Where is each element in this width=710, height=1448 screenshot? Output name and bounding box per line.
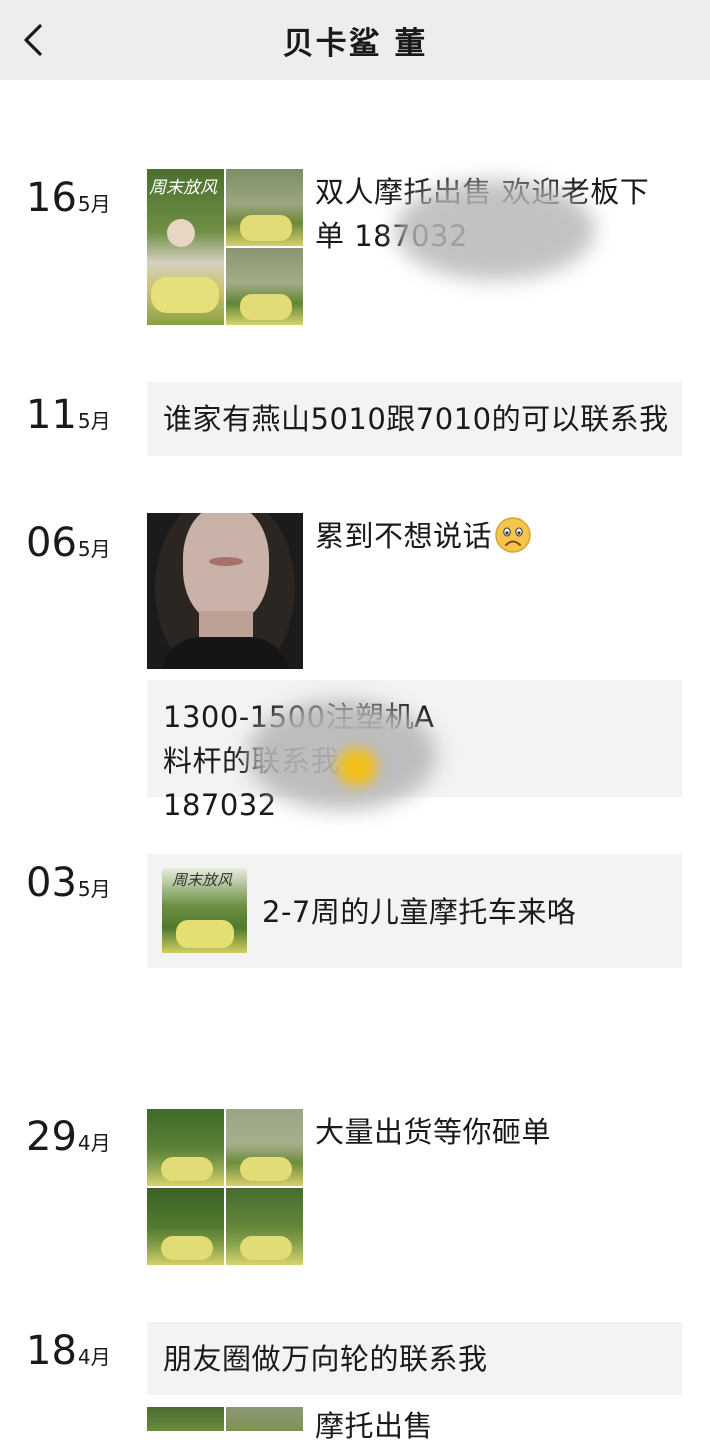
post-thumbnail[interactable] bbox=[147, 1109, 224, 1186]
post-date: 184月 bbox=[26, 1328, 111, 1374]
text-post[interactable]: 谁家有燕山5010跟7010的可以联系我 bbox=[147, 382, 682, 456]
post-month: 5月 bbox=[77, 537, 111, 561]
post-date: 065月 bbox=[26, 520, 111, 566]
page-title: 贝卡鲨 董 bbox=[282, 26, 428, 62]
post-day: 03 bbox=[26, 860, 77, 906]
post-day: 11 bbox=[26, 392, 77, 438]
scooter-shape bbox=[240, 294, 292, 320]
post-date: 294月 bbox=[26, 1114, 111, 1160]
top-bar: 贝卡鲨 董 bbox=[0, 0, 710, 80]
post-day: 16 bbox=[26, 175, 77, 221]
post-month: 4月 bbox=[77, 1345, 111, 1369]
face-shape bbox=[183, 513, 269, 623]
post-thumbnail[interactable] bbox=[147, 1407, 224, 1431]
post-month: 5月 bbox=[77, 409, 111, 433]
scooter-shape bbox=[176, 920, 234, 948]
thumbnail-caption: 周末放风 bbox=[149, 178, 217, 198]
post-text[interactable]: 累到不想说话 bbox=[315, 514, 532, 558]
scooter-shape bbox=[240, 215, 292, 241]
post-thumbnail[interactable] bbox=[226, 1188, 303, 1265]
post-thumbnail: 周末放风 bbox=[162, 868, 247, 953]
post-thumbnail[interactable] bbox=[226, 1109, 303, 1186]
post-thumbnail[interactable] bbox=[147, 1188, 224, 1265]
post-thumbnail[interactable]: 周末放风 bbox=[147, 169, 224, 325]
post-thumbnail[interactable] bbox=[226, 169, 303, 246]
post-day: 06 bbox=[26, 520, 77, 566]
post-text[interactable]: 摩托出售 bbox=[315, 1404, 433, 1448]
post-text[interactable]: 大量出货等你砸单 bbox=[315, 1110, 551, 1154]
text-post[interactable]: 朋友圈做万向轮的联系我 bbox=[147, 1322, 682, 1395]
post-day: 18 bbox=[26, 1328, 77, 1374]
post-text: 朋友圈做万向轮的联系我 bbox=[163, 1342, 488, 1376]
post-month: 5月 bbox=[77, 877, 111, 901]
post-date: 115月 bbox=[26, 392, 111, 438]
post-text: 2-7周的儿童摩托车来咯 bbox=[262, 895, 577, 929]
mouth-shape bbox=[209, 557, 243, 566]
post-date: 035月 bbox=[26, 860, 111, 906]
thumbnail-caption: 周末放风 bbox=[172, 871, 233, 889]
scooter-shape bbox=[161, 1236, 213, 1260]
post-thumbnail[interactable] bbox=[147, 513, 303, 669]
frowning-face-emoji bbox=[495, 517, 531, 553]
redaction-blur bbox=[395, 180, 595, 280]
text-post[interactable]: 1300-1500注塑机A料杆的联系我 187032 bbox=[147, 680, 682, 822]
post-text: 谁家有燕山5010跟7010的可以联系我 bbox=[163, 402, 669, 436]
post-month: 5月 bbox=[77, 192, 111, 216]
post-text-content: 累到不想说话 bbox=[315, 519, 493, 553]
post-date: 165月 bbox=[26, 175, 111, 221]
post-thumbnail[interactable] bbox=[226, 1407, 303, 1431]
child-figure bbox=[167, 219, 195, 247]
scooter-shape bbox=[151, 277, 219, 313]
post-thumbnail[interactable] bbox=[226, 248, 303, 325]
scooter-shape bbox=[240, 1236, 292, 1260]
blurred-emoji bbox=[337, 748, 377, 786]
link-post[interactable]: 周末放风 2-7周的儿童摩托车来咯 bbox=[147, 854, 682, 968]
scooter-shape bbox=[240, 1157, 292, 1181]
scooter-shape bbox=[161, 1157, 213, 1181]
post-day: 29 bbox=[26, 1114, 77, 1160]
post-month: 4月 bbox=[77, 1131, 111, 1155]
